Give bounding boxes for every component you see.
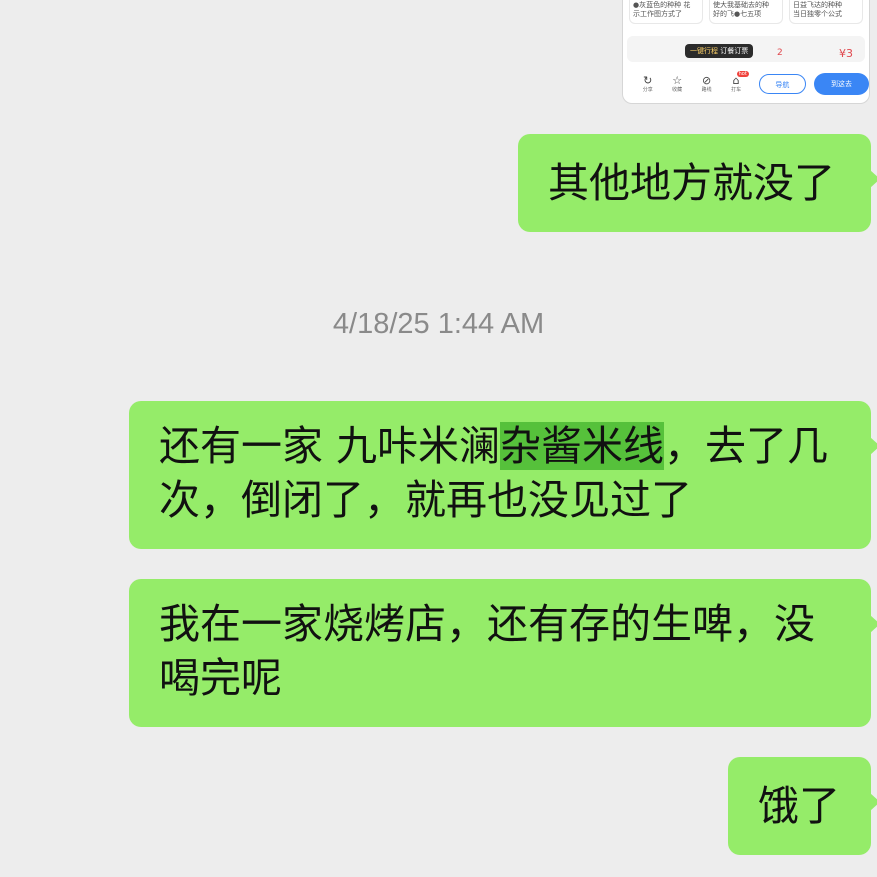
thumb-pill-text: 订餐订票 [720, 47, 749, 55]
thumb-card-line: 当日独零个公式 [793, 10, 842, 18]
thumb-toolbar: ↻ 分享 ☆ 收藏 ⊘ 路线 ⌂ hot 打车 导航 到这去 [623, 64, 869, 103]
message-bubble-sent[interactable]: 我在一家烧烤店，还有存的生啤，没 喝完呢 [129, 579, 877, 727]
message-line: 我在一家烧烤店，还有存的生啤，没 [159, 600, 815, 648]
thumb-card: 使大我基础去的种 好的飞●七五项 [709, 0, 783, 24]
message-text: ，去了几 [664, 422, 829, 470]
message-text: 饿了 [758, 782, 840, 830]
thumb-share-item: ↻ 分享 [633, 73, 662, 94]
thumb-cards: ●灰蓝色的种种 花 示工作图方式了 使大我基础去的种 好的飞●七五项 日益飞达的… [629, 0, 863, 24]
compass-icon: ⊘ [702, 73, 712, 87]
thumb-go-here-button: 到这去 [813, 73, 869, 95]
message-text: 其他地方就没了 [548, 159, 835, 207]
thumb-pill-prefix: 一键行程 [690, 47, 718, 55]
thumb-number-a: 2 [777, 48, 783, 58]
thumb-favorite-item: ☆ 收藏 [662, 73, 691, 94]
message-bubble-sent[interactable]: 饿了 [728, 757, 877, 855]
thumb-taxi-item: ⌂ hot 打车 [721, 70, 750, 94]
thumb-card-line: 日益飞达的种种 [793, 1, 842, 9]
thumb-card-line: ●灰蓝色的种种 花 [633, 1, 691, 9]
thumb-card: 日益飞达的种种 当日独零个公式 [789, 0, 863, 24]
refresh-icon: ↻ [643, 73, 653, 87]
thumb-card-line: 好的飞●七五项 [713, 10, 762, 18]
thumb-card: ●灰蓝色的种种 花 示工作图方式了 [629, 0, 703, 24]
thumb-card-line: 使大我基础去的种 [713, 1, 769, 9]
thumb-toolbar-label: 分享 [642, 86, 653, 93]
thumb-number-b: ¥3 [839, 47, 853, 60]
thumb-toolbar-label: 打车 [731, 86, 742, 93]
selected-text[interactable]: 杂酱米线 [500, 422, 665, 470]
thumb-card-line: 示工作图方式了 [633, 10, 682, 18]
chat-window[interactable]: ●灰蓝色的种种 花 示工作图方式了 使大我基础去的种 好的飞●七五项 日益飞达的… [0, 0, 877, 877]
message-text: 还有一家 九咔米澜 [159, 422, 501, 470]
shared-map-image[interactable]: ●灰蓝色的种种 花 示工作图方式了 使大我基础去的种 好的飞●七五项 日益飞达的… [622, 0, 870, 104]
thumb-toolbar-label: 路线 [701, 86, 712, 93]
star-icon: ☆ [672, 73, 683, 87]
thumb-route-item: ⊘ 路线 [692, 73, 721, 94]
thumb-toolbar-label: 收藏 [672, 86, 683, 93]
message-line: 喝完呢 [159, 654, 282, 702]
message-line: 还有一家 九咔米澜杂酱米线，去了几 [159, 419, 851, 473]
thumb-navigate-button: 导航 [758, 74, 806, 94]
thumb-pill: 一键行程 订餐订票 [685, 44, 754, 58]
hot-badge: hot [736, 70, 749, 77]
message-timestamp: 4/18/25 1:44 AM [332, 308, 545, 340]
message-bubble-sent[interactable]: 还有一家 九咔米澜杂酱米线，去了几 次，倒闭了，就再也没见过了 [129, 401, 877, 549]
message-line: 次，倒闭了，就再也没见过了 [159, 476, 692, 524]
message-bubble-sent[interactable]: 其他地方就没了 [518, 134, 877, 232]
